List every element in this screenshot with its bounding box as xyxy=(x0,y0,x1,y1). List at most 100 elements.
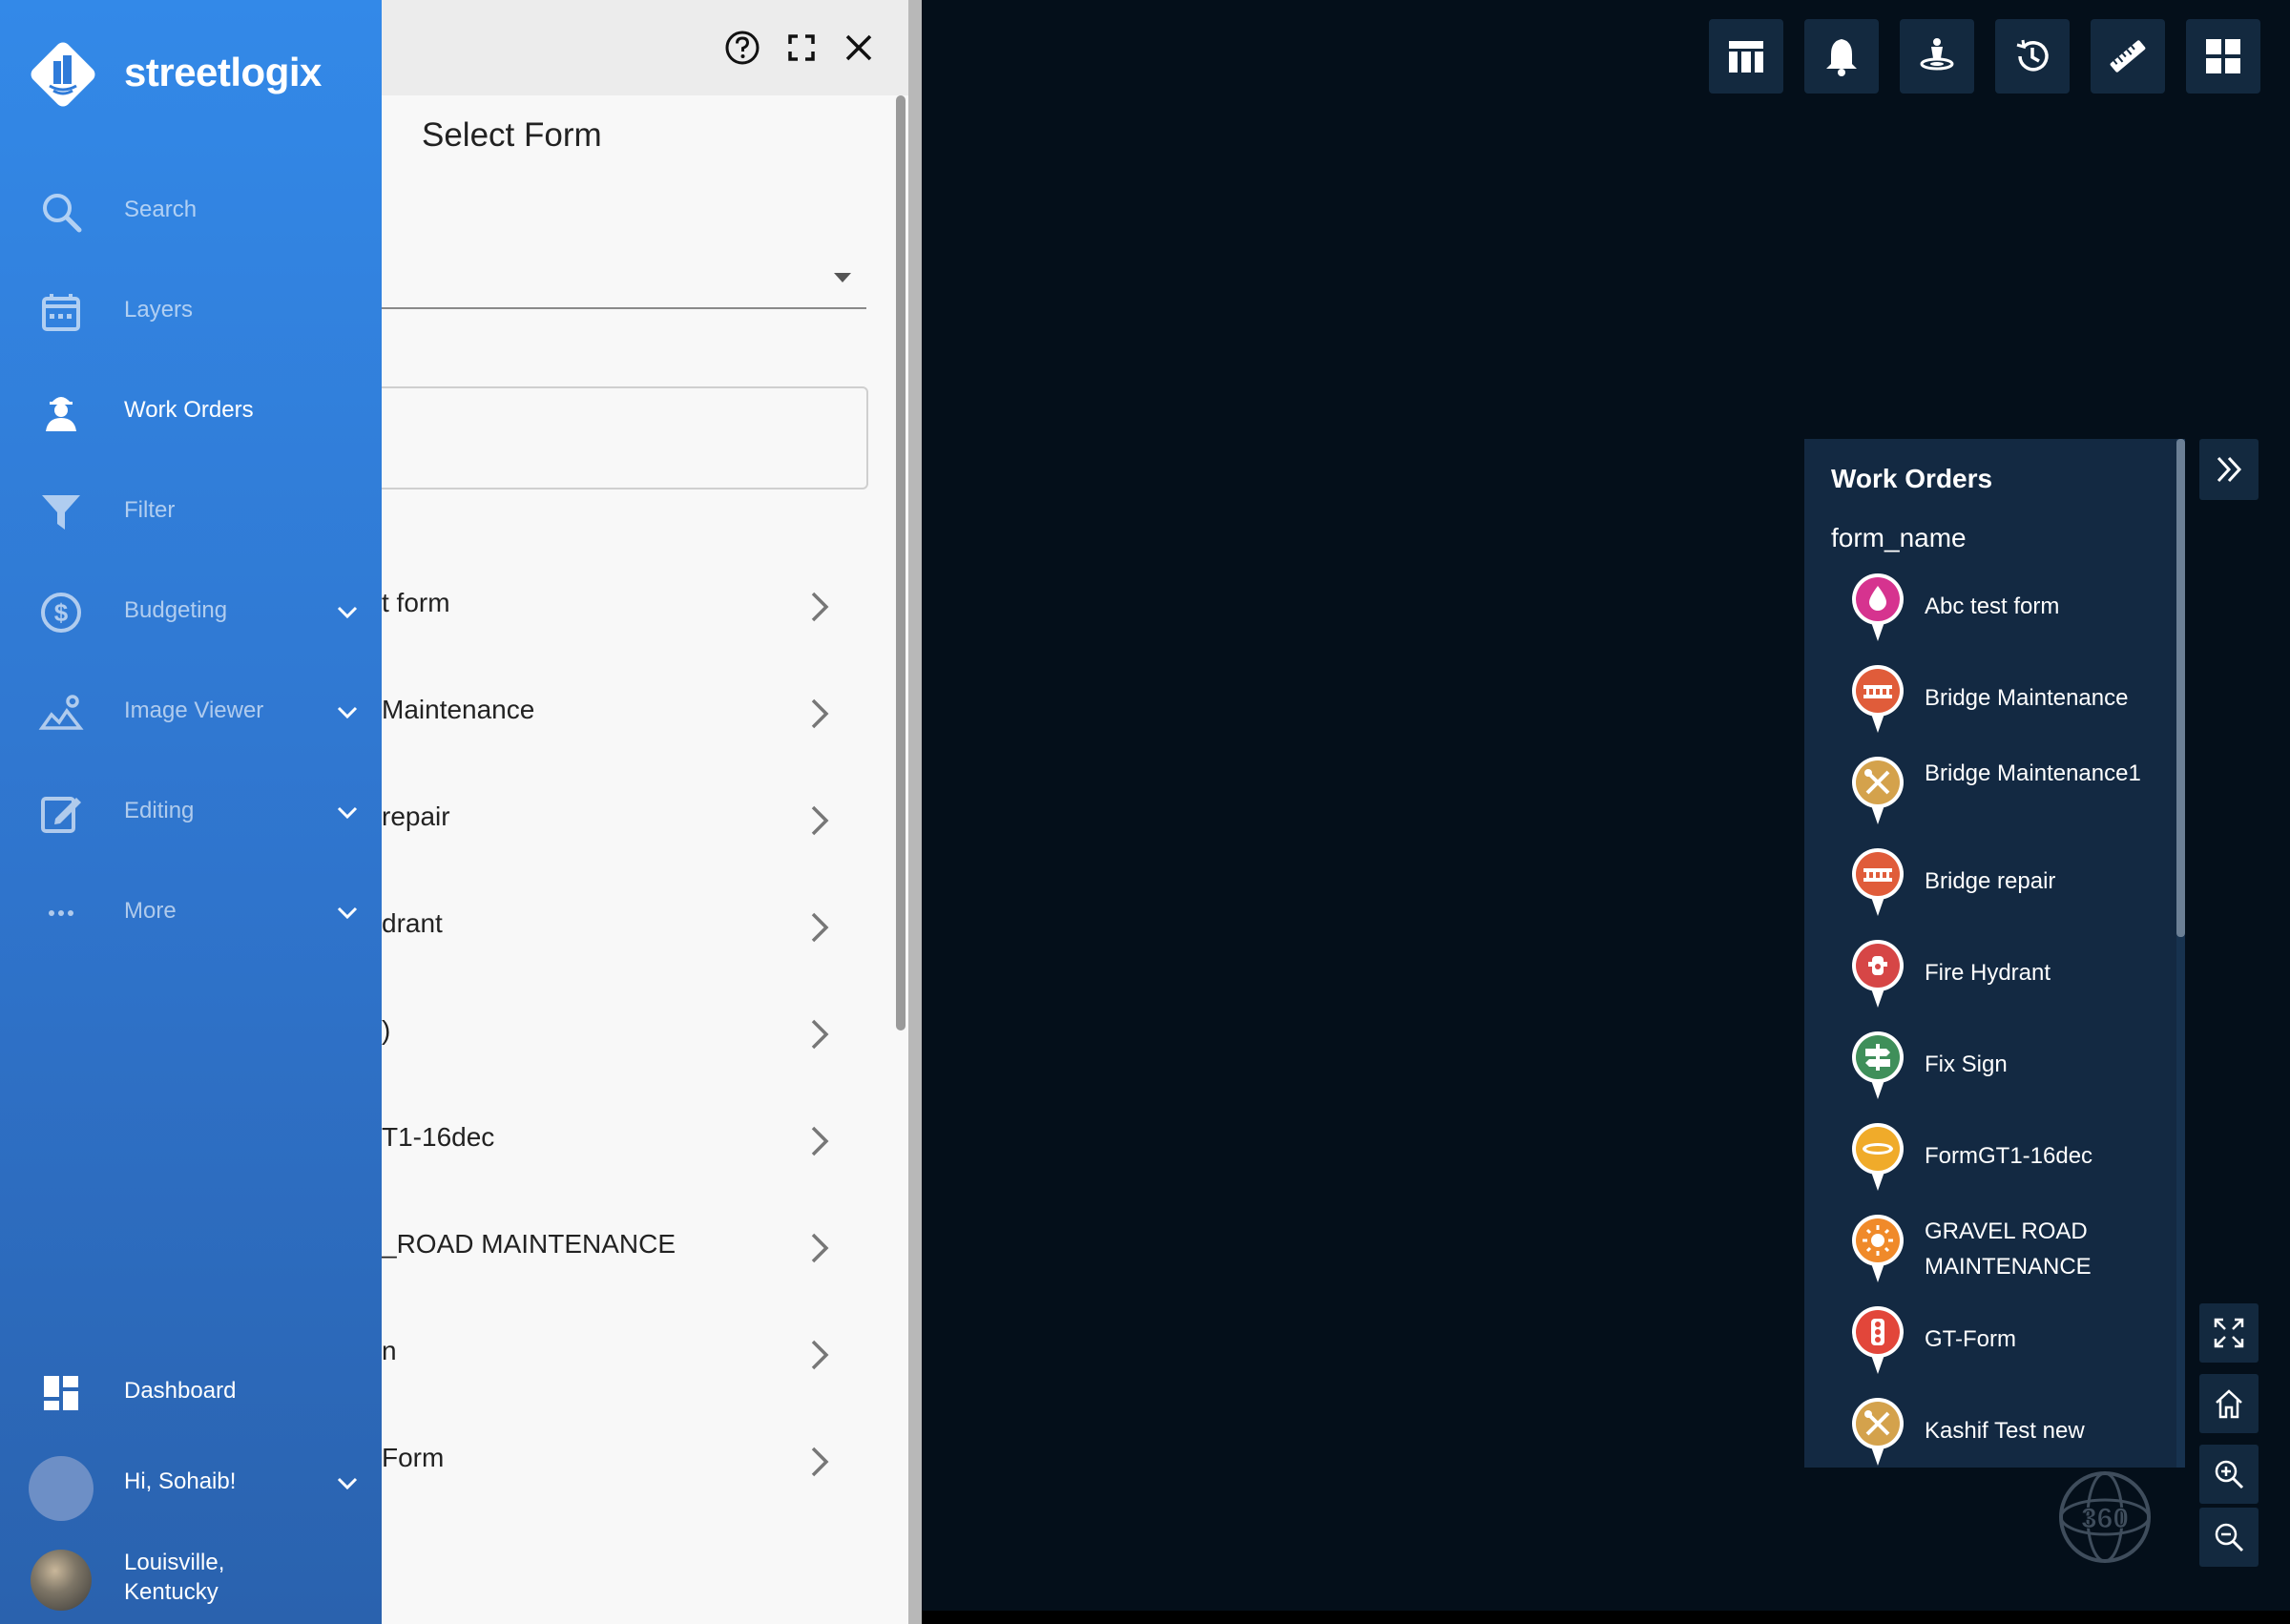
filter-icon xyxy=(38,489,84,535)
form-list-item[interactable]: ) xyxy=(382,983,859,1090)
chevron-down-icon[interactable] xyxy=(334,900,361,927)
chevron-down-icon[interactable] xyxy=(334,699,361,726)
nav-filter-label: Filter xyxy=(124,497,176,523)
svg-text:$: $ xyxy=(54,598,69,627)
legend-item-label: Bridge repair xyxy=(1925,868,2056,894)
form-list-item-label: Form xyxy=(382,1443,445,1472)
nav-work-orders-label: Work Orders xyxy=(124,397,254,423)
search-icon xyxy=(38,189,84,235)
avatar[interactable] xyxy=(29,1456,94,1521)
form-list-item[interactable]: _ROAD MAINTENANCE xyxy=(382,1197,859,1303)
history-icon xyxy=(2016,39,2049,72)
nav-work-orders[interactable]: Work Orders xyxy=(0,372,382,448)
panel-divider xyxy=(908,0,922,1624)
grid-icon xyxy=(2206,39,2240,73)
bell-icon xyxy=(1826,39,1857,76)
nav-more[interactable]: More xyxy=(0,873,382,949)
globe-360-icon: 360 xyxy=(2059,1471,2151,1563)
legend-item: Bridge repair xyxy=(1804,847,2157,939)
location-avatar[interactable] xyxy=(31,1550,92,1611)
view-360-button[interactable]: 360 xyxy=(2057,1469,2153,1565)
legend-scrollbar-thumb[interactable] xyxy=(2176,439,2185,937)
zoom-in-button[interactable] xyxy=(2199,1445,2259,1504)
form-list-item[interactable]: repair xyxy=(382,769,859,876)
nav-dashboard[interactable]: Dashboard xyxy=(0,1353,382,1429)
more-icon xyxy=(38,890,84,936)
form-list-item[interactable]: T1-16dec xyxy=(382,1090,859,1197)
form-list-item[interactable]: t form xyxy=(382,555,859,662)
legend-item-label: FormGT1-16dec xyxy=(1925,1143,2093,1169)
fullscreen-icon[interactable] xyxy=(782,29,821,67)
locate-button[interactable] xyxy=(1900,19,1974,94)
collapse-legend-button[interactable] xyxy=(2199,439,2259,500)
nav-dashboard-label: Dashboard xyxy=(124,1378,237,1404)
nav-editing[interactable]: Editing xyxy=(0,773,382,849)
home-button[interactable] xyxy=(2199,1374,2259,1433)
legend-item-label: Bridge Maintenance1 xyxy=(1925,760,2141,786)
form-list-item[interactable]: drant xyxy=(382,876,859,983)
nav-budgeting-label: Budgeting xyxy=(124,597,228,623)
location-state: Kentucky xyxy=(124,1579,219,1605)
legend-item: FormGT1-16dec xyxy=(1804,1122,2157,1214)
ruler-icon xyxy=(2110,40,2146,73)
worker-icon xyxy=(38,389,84,435)
zoom-in-icon xyxy=(2215,1460,2244,1489)
form-list-item[interactable]: Maintenance xyxy=(382,662,859,769)
form-list-item-label: Maintenance xyxy=(382,695,535,724)
layers-icon xyxy=(38,289,84,335)
legend-scrollbar[interactable] xyxy=(2176,439,2185,1468)
form-list-item[interactable]: n xyxy=(382,1303,859,1410)
nav-layers-label: Layers xyxy=(124,297,194,323)
chevron-right-icon xyxy=(800,1229,838,1267)
location-label[interactable]: Louisville, Kentucky xyxy=(124,1548,224,1607)
chevron-down-icon[interactable] xyxy=(334,800,361,826)
form-list-item[interactable]: Form xyxy=(382,1410,859,1517)
form-list-item-label: t form xyxy=(382,588,450,617)
tools-icon xyxy=(1852,1398,1904,1466)
legend-item: Fire Hydrant xyxy=(1804,939,2157,1031)
legend-item: Bridge Maintenance1 xyxy=(1804,756,2157,861)
edit-icon xyxy=(38,790,84,836)
dashboard-icon xyxy=(38,1370,84,1416)
form-list-item-label: drant xyxy=(382,908,443,938)
close-icon[interactable] xyxy=(840,29,878,67)
location-person-icon xyxy=(1920,38,1954,71)
label-360: 360 xyxy=(2081,1503,2129,1534)
legend-item: Kashif Test new xyxy=(1804,1397,2157,1468)
bridge-icon xyxy=(1852,665,1904,733)
expand-button[interactable] xyxy=(2199,1303,2259,1363)
user-greeting: Hi, Sohaib! xyxy=(124,1468,237,1494)
legend-item-label: Abc test form xyxy=(1925,593,2060,619)
nav-image-viewer[interactable]: Image Viewer xyxy=(0,673,382,749)
map-bottom-bar xyxy=(922,1611,2290,1624)
zoom-out-button[interactable] xyxy=(2199,1508,2259,1567)
help-icon[interactable] xyxy=(723,29,761,67)
nav-layers[interactable]: Layers xyxy=(0,272,382,348)
form-select[interactable] xyxy=(382,239,866,309)
measure-button[interactable] xyxy=(2091,19,2165,94)
nav-search[interactable]: Search xyxy=(0,172,382,248)
sidebar: streetlogix Search Layers Work Orders Fi… xyxy=(0,0,382,1624)
chevron-down-icon[interactable] xyxy=(334,1470,361,1497)
work-orders-legend: Work Orders form_name Abc test form Brid… xyxy=(1804,439,2176,1468)
panel-scrollbar[interactable] xyxy=(896,95,906,1031)
table-button[interactable] xyxy=(1709,19,1783,94)
sun-icon xyxy=(1852,1215,1904,1282)
notifications-button[interactable] xyxy=(1804,19,1879,94)
form-search-input[interactable] xyxy=(376,386,868,489)
nav-budgeting[interactable]: $ Budgeting xyxy=(0,573,382,649)
history-button[interactable] xyxy=(1995,19,2070,94)
chevron-down-icon[interactable] xyxy=(334,599,361,626)
grid-button[interactable] xyxy=(2186,19,2260,94)
panel-title: Select Form xyxy=(422,116,602,154)
legend-item-label: GT-Form xyxy=(1925,1326,2016,1352)
image-viewer-icon xyxy=(38,690,84,736)
nav-filter[interactable]: Filter xyxy=(0,472,382,549)
traffic-signal-icon xyxy=(1852,1306,1904,1374)
nav-editing-label: Editing xyxy=(124,798,195,823)
legend-item: GRAVEL ROAD MAINTENANCE xyxy=(1804,1214,2157,1319)
chevron-right-icon xyxy=(800,908,838,947)
legend-item-label: GRAVEL ROAD MAINTENANCE xyxy=(1925,1218,2092,1280)
legend-item: GT-Form xyxy=(1804,1305,2157,1397)
expand-icon xyxy=(2214,1318,2244,1348)
